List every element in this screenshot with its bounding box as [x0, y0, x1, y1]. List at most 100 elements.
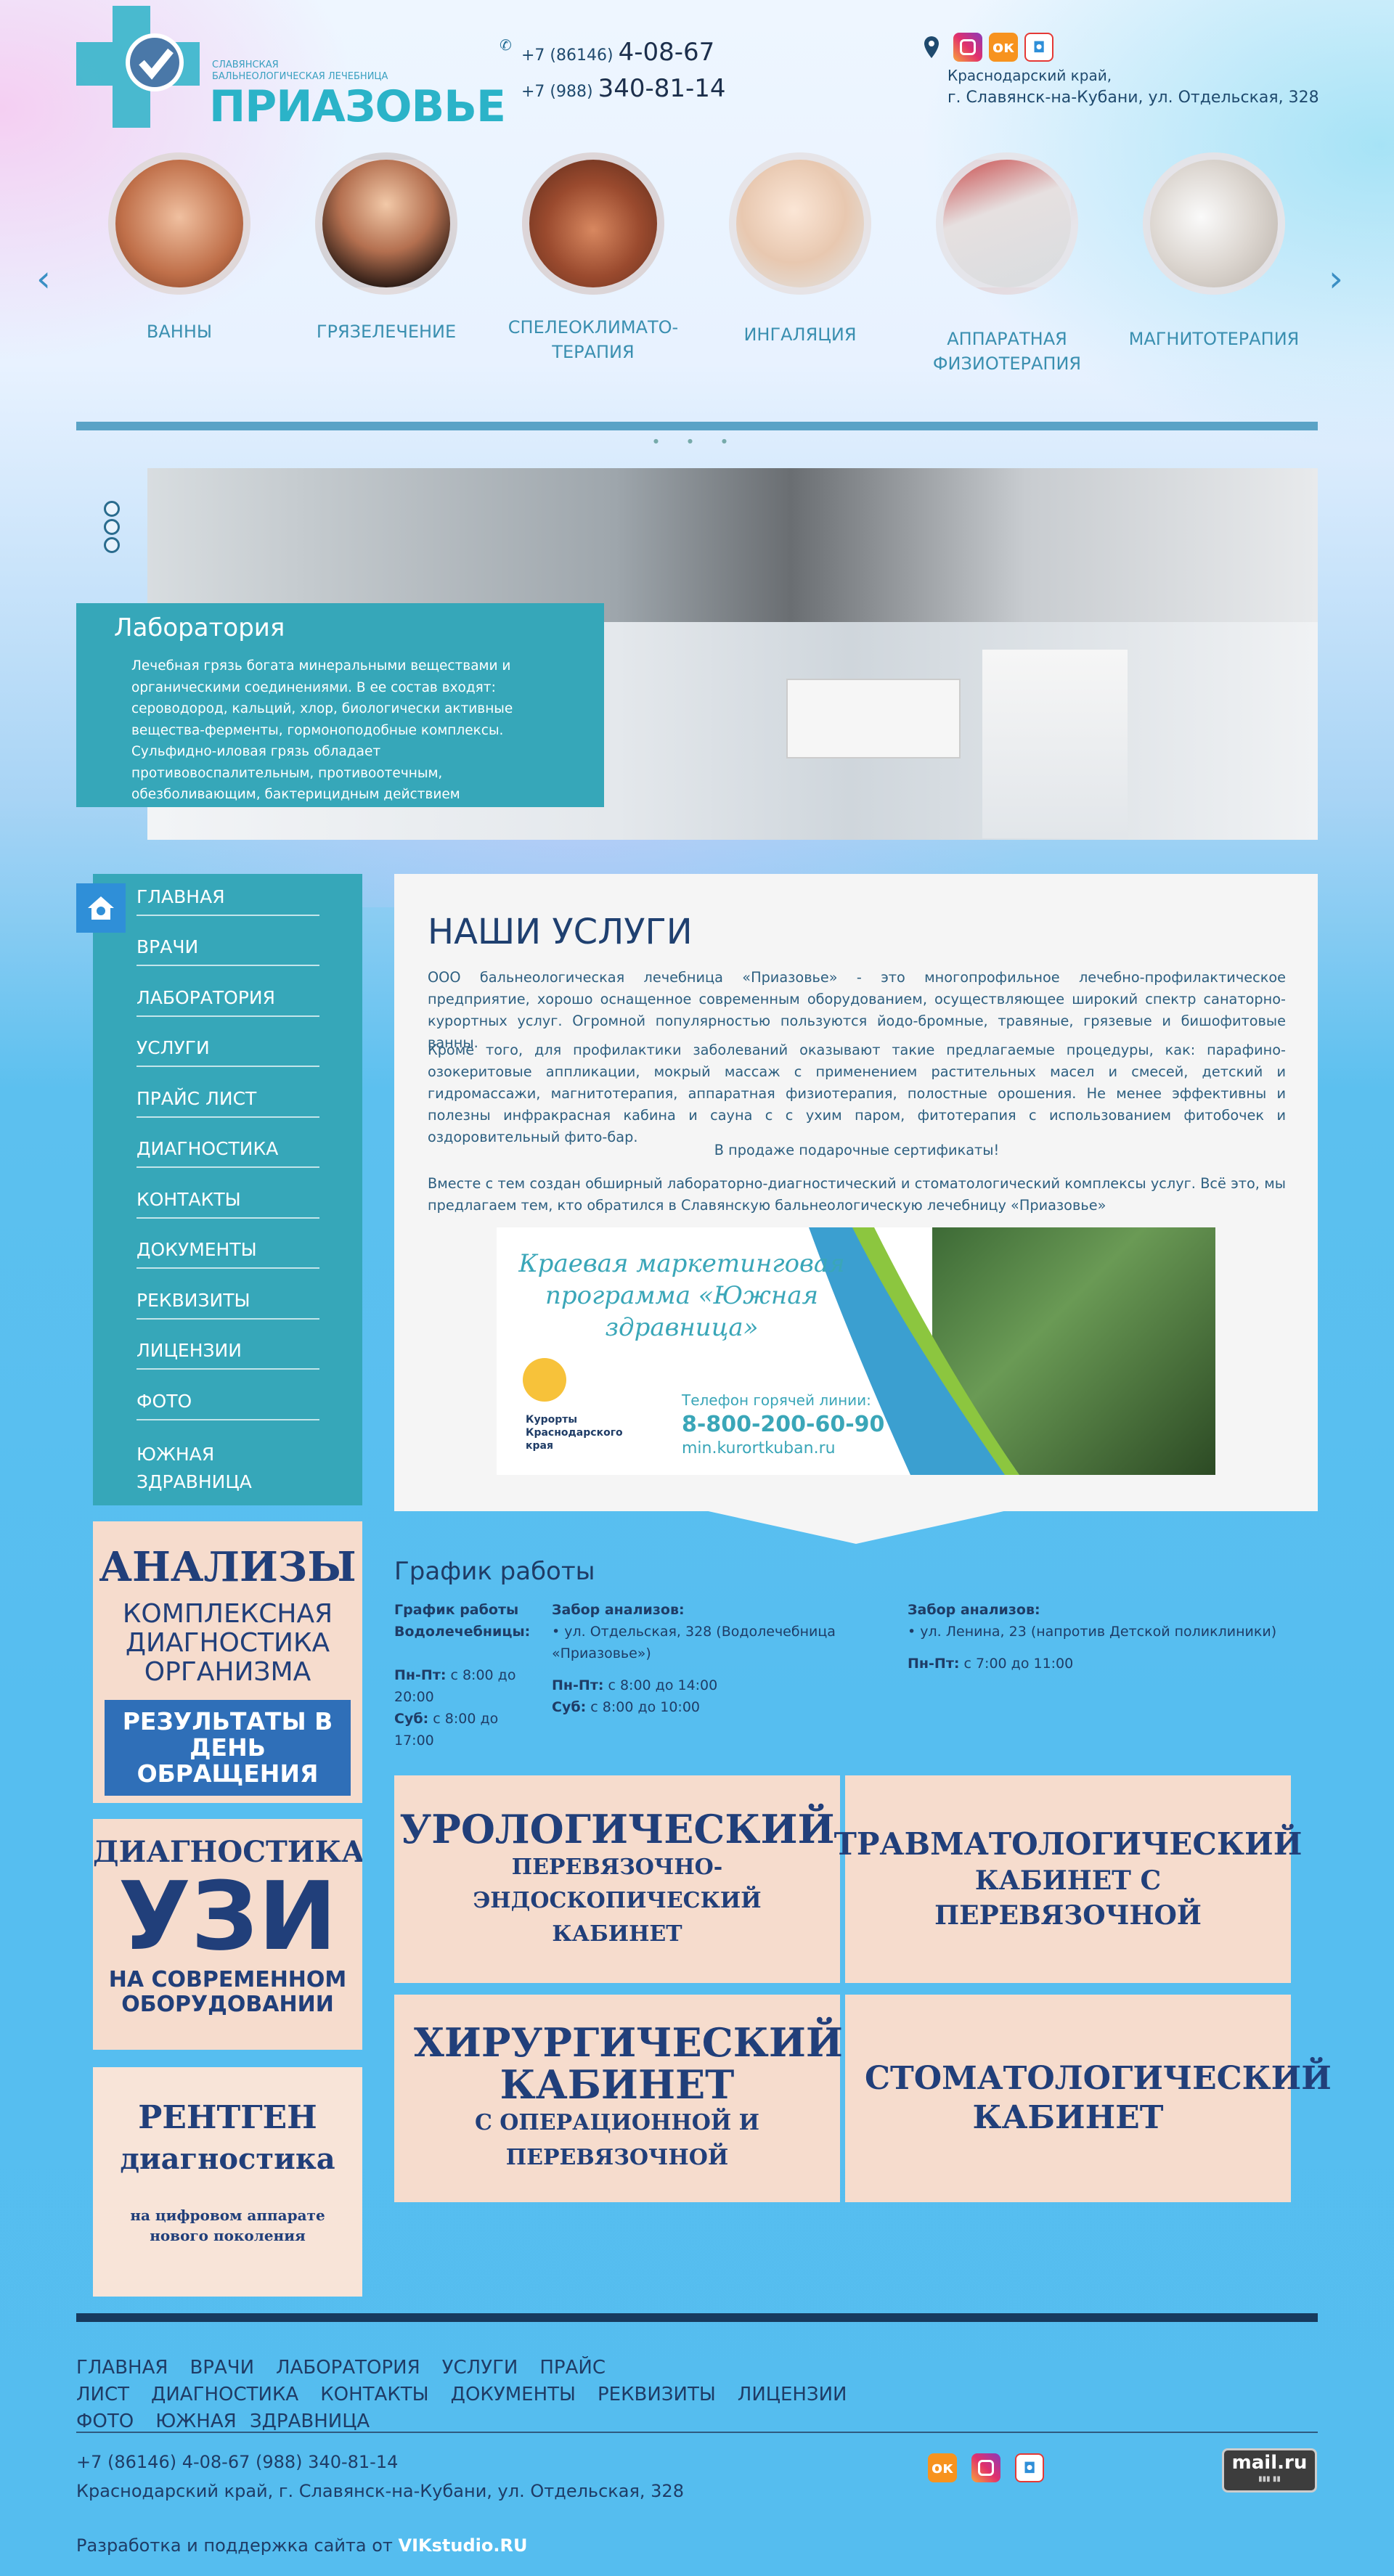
schedule-col-3: Забор анализов: • ул. Ленина, 23 (напрот… — [908, 1599, 1314, 1675]
menu-item-contacts[interactable]: КОНТАКТЫ — [136, 1189, 319, 1219]
service-item-magnetic[interactable]: МАГНИТОТЕРАПИЯ — [1127, 152, 1301, 351]
banner-xray[interactable]: РЕНТГЕН диагностика на цифровом аппарате… — [93, 2067, 362, 2297]
carousel-next-icon[interactable]: › — [1329, 258, 1343, 300]
schedule-head: График работы Водолечебницы: — [394, 1602, 531, 1640]
logo-name[interactable]: ПРИАЗОВЬЕ — [209, 81, 506, 132]
menu-item-photo[interactable]: ФОТО — [136, 1391, 319, 1420]
instagram-icon[interactable] — [953, 33, 982, 62]
schedule-day: Пн-Пт: — [908, 1656, 960, 1672]
menu-item-services[interactable]: УСЛУГИ — [136, 1037, 319, 1067]
service-item-physio[interactable]: АППАРАТНАЯ ФИЗИОТЕРАПИЯ — [920, 152, 1094, 376]
promo-title: Краевая маркетинговая программа «Южная з… — [518, 1249, 845, 1342]
menu-item-south-resort[interactable]: ЮЖНАЯ ЗДРАВНИЦА — [136, 1441, 319, 1503]
service-label: АППАРАТНАЯ ФИЗИОТЕРАПИЯ — [932, 329, 1082, 374]
menu-item-requisites[interactable]: РЕКВИЗИТЫ — [136, 1290, 319, 1320]
schedule-place: • ул. Отдельская, 328 (Водолечебница «Пр… — [552, 1624, 836, 1661]
phone-icon: ✆ — [500, 36, 512, 54]
hotline-number[interactable]: 8-800-200-60-90 — [682, 1412, 884, 1437]
address-line-2: г. Славянск-на-Кубани, ул. Отдельская, 3… — [947, 89, 1319, 107]
schedule-head: Забор анализов: — [552, 1602, 685, 1618]
mailru-counter[interactable]: mail.ru ▮▮▮ ▮▮ — [1222, 2448, 1317, 2493]
footer-link-photo[interactable]: ФОТО — [76, 2411, 134, 2432]
menu-item-home[interactable]: ГЛАВНАЯ — [136, 886, 319, 916]
address-line-1: Краснодарский край, — [947, 67, 1112, 84]
footer-link-requisites[interactable]: РЕКВИЗИТЫ — [598, 2384, 716, 2405]
menu-item-licenses[interactable]: ЛИЦЕНЗИИ — [136, 1340, 319, 1370]
service-label: МАГНИТОТЕРАПИЯ — [1128, 329, 1300, 349]
footer-separator — [76, 2432, 1318, 2433]
hotline-label: Телефон горячей линии: — [682, 1391, 871, 1409]
service-item-speleo[interactable]: СПЕЛЕОКЛИМАТО-ТЕРАПИЯ — [506, 152, 680, 364]
schedule-day: Суб: — [552, 1699, 587, 1715]
schedule-col-1: График работы Водолечебницы: Пн-Пт: с 8:… — [394, 1599, 539, 1751]
footer-link-diagnostics[interactable]: ДИАГНОСТИКА — [151, 2384, 298, 2405]
sun-logo-icon — [523, 1358, 566, 1402]
service-image — [315, 152, 457, 295]
footer-address: Краснодарский край, г. Славянск-на-Кубан… — [76, 2481, 684, 2501]
service-image — [1143, 152, 1285, 295]
banner-title: РЕНТГЕН — [138, 2099, 317, 2136]
menu-item-laboratory[interactable]: ЛАБОРАТОРИЯ — [136, 987, 319, 1017]
complex-paragraph: Вместе с тем создан обширный лабораторно… — [428, 1175, 1286, 1214]
schedule-title: График работы — [394, 1557, 595, 1586]
slider-pager[interactable] — [104, 501, 120, 555]
logo-subtitle: СЛАВЯНСКАЯ БАЛЬНЕОЛОГИЧЕСКАЯ ЛЕЧЕБНИЦА — [212, 60, 388, 82]
service-image — [108, 152, 250, 295]
odnoklassniki-icon[interactable]: ок — [928, 2453, 957, 2482]
cabinet-title: ТРАВМАТОЛОГИЧЕСКИЙ — [833, 1826, 1303, 1862]
footer-link-licenses[interactable]: ЛИЦЕНЗИИ — [738, 2384, 847, 2405]
cabinet-surgery[interactable]: ХИРУРГИЧЕСКИЙ КАБИНЕТ С ОПЕРАЦИОННОЙ И П… — [394, 1995, 843, 2202]
footer-phones[interactable]: +7 (86146) 4-08-67 (988) 340-81-14 — [76, 2452, 398, 2472]
promo-logo-text: Курорты Краснодарского края — [526, 1414, 623, 1452]
menu-item-doctors[interactable]: ВРАЧИ — [136, 936, 319, 966]
schedule-col-2: Забор анализов: • ул. Отдельская, 328 (В… — [552, 1599, 915, 1718]
service-item-mud[interactable]: ГРЯЗЕЛЕЧЕНИЕ — [299, 152, 473, 344]
service-label: СПЕЛЕОКЛИМАТО-ТЕРАПИЯ — [508, 317, 679, 362]
schedule-place: • ул. Ленина, 23 (напротив Детской полик… — [908, 1624, 1277, 1640]
cabinet-dentistry[interactable]: СТОМАТОЛОГИЧЕСКИЙ КАБИНЕТ — [845, 1995, 1332, 2202]
phone-1[interactable]: +7 (86146) 4-08-67 — [521, 38, 714, 67]
footer-link-documents[interactable]: ДОКУМЕНТЫ — [451, 2384, 576, 2405]
phone-2[interactable]: +7 (988) 340-81-14 — [521, 74, 726, 103]
map-pin-icon — [924, 36, 939, 58]
instagram-icon[interactable] — [971, 2453, 1000, 2482]
menu-item-price[interactable]: ПРАЙС ЛИСТ — [136, 1088, 319, 1118]
cabinet-title: УРОЛОГИЧЕСКИЙ — [399, 1806, 835, 1852]
cabinet-title: СТОМАТОЛОГИЧЕСКИЙ КАБИНЕТ — [865, 2060, 1332, 2136]
banner-analyses[interactable]: АНАЛИЗЫ КОМПЛЕКСНАЯ ДИАГНОСТИКА ОРГАНИЗМ… — [93, 1521, 362, 1803]
service-image — [522, 152, 664, 295]
footer-link-contacts[interactable]: КОНТАКТЫ — [320, 2384, 428, 2405]
menu-item-diagnostics[interactable]: ДИАГНОСТИКА — [136, 1138, 319, 1168]
mail-agent-icon[interactable]: ◘ — [1015, 2453, 1044, 2482]
cabinet-urology[interactable]: УРОЛОГИЧЕСКИЙ ПЕРЕВЯЗОЧНО-ЭНДОСКОПИЧЕСКИ… — [394, 1775, 840, 1983]
footer-link-south-resort[interactable]: ЮЖНАЯ ЗДРАВНИЦА — [155, 2411, 370, 2432]
promo-site-link[interactable]: min.kurortkuban.ru — [682, 1439, 836, 1457]
promo-banner-south-resort[interactable]: Краевая маркетинговая программа «Южная з… — [497, 1227, 1215, 1475]
banner-ultrasound[interactable]: ДИАГНОСТИКА УЗИ НА СОВРЕМЕННОМ ОБОРУДОВА… — [93, 1819, 362, 2050]
footer-link-home[interactable]: ГЛАВНАЯ — [76, 2357, 168, 2379]
cabinet-traumatology[interactable]: ТРАВМАТОЛОГИЧЕСКИЙ КАБИНЕТ С ПЕРЕВЯЗОЧНО… — [834, 1775, 1302, 1983]
banner-cta: РЕЗУЛЬТАТЫ В ДЕНЬ ОБРАЩЕНИЯ — [105, 1700, 351, 1796]
counter-label: mail.ru — [1231, 2452, 1308, 2474]
odnoklassniki-icon[interactable]: ок — [989, 33, 1018, 62]
certificates-note: В продаже подарочные сертификаты! — [714, 1142, 1000, 1158]
schedule-time: с 8:00 до 14:00 — [608, 1677, 718, 1693]
footer-link-doctors[interactable]: ВРАЧИ — [189, 2357, 254, 2379]
footer-link-laboratory[interactable]: ЛАБОРАТОРИЯ — [276, 2357, 420, 2379]
service-item-baths[interactable]: ВАННЫ — [92, 152, 266, 344]
credit-link[interactable]: VIKstudio.RU — [399, 2535, 528, 2556]
cabinet-subtitle: С ОПЕРАЦИОННОЙ И ПЕРЕВЯЗОЧНОЙ — [474, 2110, 760, 2170]
service-item-inhalation[interactable]: ИНГАЛЯЦИЯ — [713, 152, 887, 347]
service-image — [936, 152, 1078, 295]
footer-link-services[interactable]: УСЛУГИ — [442, 2357, 518, 2379]
logo-icon[interactable] — [76, 6, 200, 128]
carousel-prev-icon[interactable]: ‹ — [36, 258, 51, 300]
home-icon[interactable] — [76, 883, 126, 933]
menu-item-documents[interactable]: ДОКУМЕНТЫ — [136, 1239, 319, 1269]
mail-agent-icon[interactable]: ◘ — [1024, 33, 1053, 62]
banner-subtitle: НА СОВРЕМЕННОМ ОБОРУДОВАНИИ — [108, 1967, 347, 2017]
slide-image-top — [147, 468, 1318, 622]
service-image — [729, 152, 871, 295]
lab-technician — [982, 650, 1128, 838]
carousel-pager[interactable]: ●●● — [653, 438, 756, 444]
